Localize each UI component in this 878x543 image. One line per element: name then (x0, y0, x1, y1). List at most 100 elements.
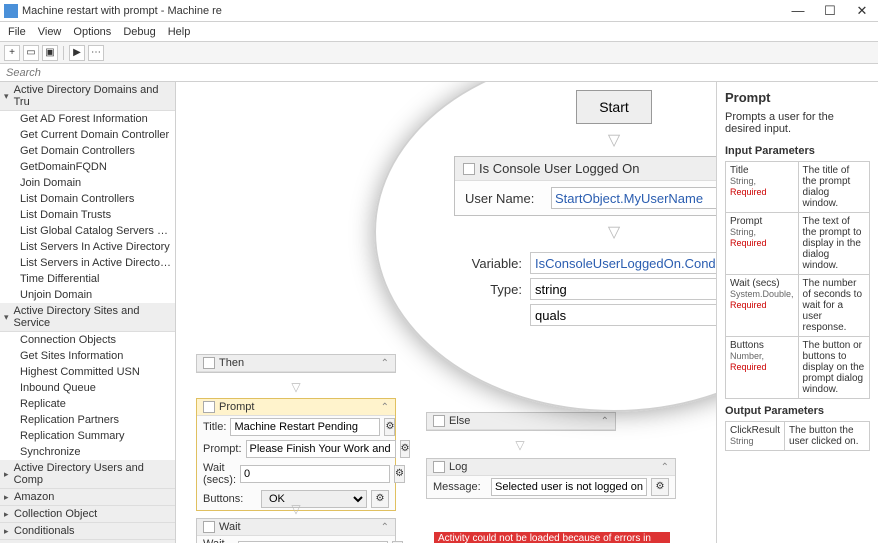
param-name: ClickResult (730, 425, 780, 436)
sidebar-item[interactable]: List Servers in Active Directory by (0, 255, 175, 271)
sidebar-group[interactable]: ▸Active Directory Users and Comp (0, 460, 175, 489)
sidebar-item[interactable]: List Servers In Active Directory (0, 239, 175, 255)
sidebar-item[interactable]: List Domain Trusts (0, 207, 175, 223)
message-label: Message: (433, 481, 487, 493)
sidebar-item[interactable]: Replication Partners (0, 412, 175, 428)
isconsoleuser-block[interactable]: Is Console User Logged On⌃ User Name:🔗 (454, 156, 716, 216)
expand-icon[interactable]: ▸ (4, 509, 14, 520)
param-name: Buttons (730, 340, 794, 351)
else-block[interactable]: Else⌃ (426, 412, 616, 431)
branch-icon (203, 357, 215, 369)
username-input[interactable] (551, 187, 716, 209)
sidebar-item[interactable]: Get Sites Information (0, 348, 175, 364)
sidebar-group[interactable]: ▾Active Directory Sites and Service (0, 303, 175, 332)
toolbar: + ▭ ▣ ▶ ⋯ (0, 42, 878, 64)
sidebar-group[interactable]: ▾Active Directory Domains and Tru (0, 82, 175, 111)
more-icon[interactable]: ⋯ (88, 45, 104, 61)
group-label: Amazon (14, 491, 54, 503)
required-tag: Required (730, 362, 767, 372)
link-icon[interactable]: ⚙ (400, 440, 411, 458)
link-icon[interactable]: ⚙ (651, 478, 669, 496)
prompt-input[interactable] (246, 440, 396, 458)
prompt-block[interactable]: Prompt⌃ Title:⚙ Prompt:⚙ Wait (secs):⚙ B… (196, 398, 396, 511)
sidebar-item[interactable]: GetDomainFQDN (0, 159, 175, 175)
log-icon (433, 461, 445, 473)
wait-block[interactable]: Wait⌃ Wait (sec.):⚙ (196, 518, 396, 543)
output-params-table: ClickResultStringThe button the user cli… (725, 421, 870, 451)
sidebar-group[interactable]: ▸Collection Object (0, 506, 175, 523)
input-params-head: Input Parameters (725, 145, 870, 157)
quals-input[interactable] (530, 304, 716, 326)
magnifier-lens: Start ▽ Is Console User Logged On⌃ User … (374, 82, 716, 412)
title-input[interactable] (230, 418, 380, 436)
buttons-select[interactable]: OK (261, 490, 367, 508)
message-input[interactable] (491, 478, 647, 496)
window-icon[interactable]: ▭ (23, 45, 39, 61)
expand-icon[interactable]: ▾ (4, 312, 14, 323)
sidebar-item[interactable]: Unjoin Domain (0, 287, 175, 303)
minimize-button[interactable]: — (786, 3, 810, 19)
promptfld-label: Prompt: (203, 443, 242, 455)
link-icon[interactable]: ⚙ (371, 490, 389, 508)
sidebar-item[interactable]: Replicate (0, 396, 175, 412)
sidebar-item[interactable]: Get Current Domain Controller (0, 127, 175, 143)
collapse-icon[interactable]: ⌃ (601, 416, 609, 427)
sidebar-item[interactable]: Connection Objects (0, 332, 175, 348)
start-button[interactable]: Start (576, 90, 652, 124)
param-name: Title (730, 165, 794, 176)
param-name: Prompt (730, 216, 794, 227)
type-label: Type: (458, 282, 522, 297)
param-row: Wait (secs)System.Double, RequiredThe nu… (726, 275, 870, 337)
sidebar-item[interactable]: List Global Catalog Servers Inform (0, 223, 175, 239)
wait-input[interactable] (240, 465, 390, 483)
sidebar-item[interactable]: Highest Committed USN (0, 364, 175, 380)
maximize-button[interactable]: ☐ (818, 3, 842, 19)
link-icon[interactable]: ⚙ (394, 465, 405, 483)
param-type: Number, (730, 351, 764, 361)
required-tag: Required (730, 238, 767, 248)
sidebar-item[interactable]: List Domain Controllers (0, 191, 175, 207)
plus-icon[interactable]: + (4, 45, 20, 61)
play-icon[interactable]: ▶ (69, 45, 85, 61)
param-desc: The title of the prompt dialog window. (798, 162, 869, 213)
link-icon[interactable]: ⚙ (384, 418, 395, 436)
variable-input[interactable] (530, 252, 716, 274)
expand-icon[interactable]: ▸ (4, 492, 14, 503)
collapse-icon[interactable]: ⌃ (661, 462, 669, 473)
menu-debug[interactable]: Debug (117, 26, 161, 38)
sidebar-item[interactable]: Get AD Forest Information (0, 111, 175, 127)
menu-view[interactable]: View (32, 26, 68, 38)
expand-icon[interactable]: ▸ (4, 469, 14, 480)
arrow-icon: ▽ (291, 380, 300, 394)
close-button[interactable]: ✕ (850, 3, 874, 19)
sidebar-group[interactable]: ▸Conditionals (0, 523, 175, 540)
menu-help[interactable]: Help (162, 26, 197, 38)
buttons-label: Buttons: (203, 493, 257, 505)
then-block[interactable]: Then⌃ (196, 354, 396, 373)
workflow-canvas[interactable]: Then⌃ ▽ Prompt⌃ Title:⚙ Prompt:⚙ Wait (s… (176, 82, 716, 543)
properties-panel: Prompt Prompts a user for the desired in… (716, 82, 878, 543)
expand-icon[interactable]: ▾ (4, 91, 14, 102)
sidebar-item[interactable]: Time Differential (0, 271, 175, 287)
sidebar-item[interactable]: Synchronize (0, 444, 175, 460)
sidebar-group[interactable]: ▸Amazon (0, 489, 175, 506)
searchbar (0, 64, 878, 82)
menu-options[interactable]: Options (67, 26, 117, 38)
search-input[interactable] (0, 64, 878, 81)
type-input[interactable] (530, 278, 716, 300)
props-title: Prompt (725, 90, 870, 105)
expand-icon[interactable]: ▸ (4, 526, 14, 537)
log-block[interactable]: Log⌃ Message:⚙ (426, 458, 676, 499)
sidebar-item[interactable]: Inbound Queue (0, 380, 175, 396)
sidebar-item[interactable]: Join Domain (0, 175, 175, 191)
collapse-icon[interactable]: ⌃ (381, 522, 389, 533)
condition-block[interactable]: Variable: Type: (454, 250, 716, 328)
param-desc: The number of seconds to wait for a user… (798, 275, 869, 337)
box-icon[interactable]: ▣ (42, 45, 58, 61)
wait-head: Wait (219, 521, 241, 533)
menu-file[interactable]: File (2, 26, 32, 38)
param-type: System.Double, (730, 289, 794, 299)
sidebar-item[interactable]: Get Domain Controllers (0, 143, 175, 159)
sidebar-item[interactable]: Replication Summary (0, 428, 175, 444)
param-row: ClickResultStringThe button the user cli… (726, 422, 870, 451)
